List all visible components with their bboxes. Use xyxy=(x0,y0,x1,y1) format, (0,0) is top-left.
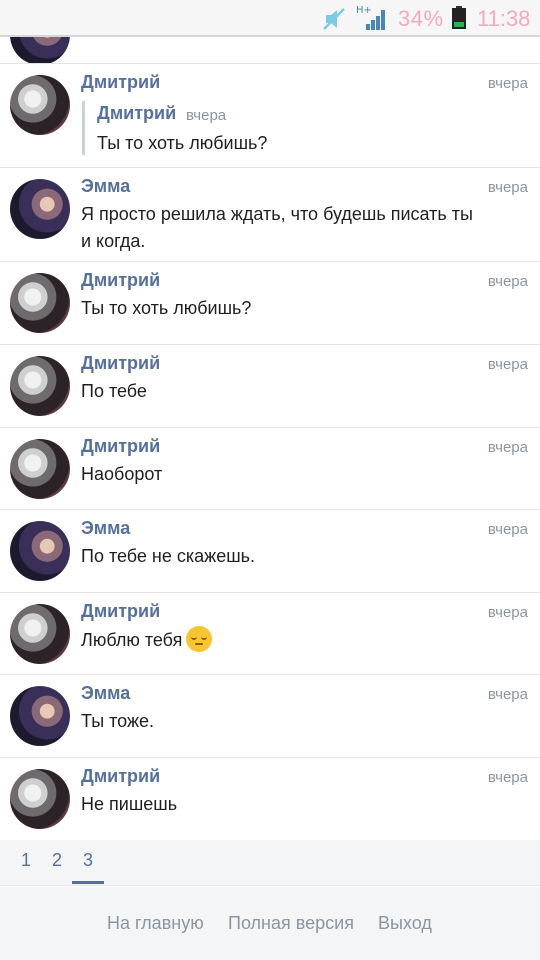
author-name[interactable]: Эмма xyxy=(81,518,130,539)
message-item: Дмитрий вчера Наоборот xyxy=(0,428,540,510)
avatar[interactable] xyxy=(10,604,70,664)
pagination: 1 2 3 xyxy=(0,840,540,886)
message-text: Люблю тебя xyxy=(81,630,183,650)
message-time: вчера xyxy=(487,356,528,373)
quote-text: Ты то хоть любишь? xyxy=(97,133,268,153)
message-partial xyxy=(0,37,540,64)
message-time: вчера xyxy=(487,686,528,703)
message-time: вчера xyxy=(487,769,528,786)
avatar[interactable] xyxy=(10,273,70,333)
message-text: Ты то хоть любишь? xyxy=(81,298,252,318)
avatar[interactable] xyxy=(10,75,70,135)
author-name[interactable]: Дмитрий xyxy=(81,353,160,374)
message-item: Дмитрий вчера Не пишешь xyxy=(0,758,540,840)
mute-icon xyxy=(323,8,345,30)
message-item: Эмма вчера По тебе не скажешь. xyxy=(0,510,540,593)
message-text: Не пишешь xyxy=(81,794,178,814)
quote-time: вчера xyxy=(186,107,227,124)
author-name[interactable]: Дмитрий xyxy=(81,436,160,457)
message-text: Я просто решила ждать, что будешь писать… xyxy=(81,204,473,251)
message-item: Дмитрий вчера По тебе xyxy=(0,345,540,428)
author-name[interactable]: Дмитрий xyxy=(81,601,160,622)
avatar[interactable] xyxy=(10,769,70,829)
avatar[interactable] xyxy=(10,356,70,416)
avatar[interactable] xyxy=(10,179,70,239)
message-text-row: Люблю тебя xyxy=(81,626,481,654)
message-time: вчера xyxy=(487,439,528,456)
full-version-link[interactable]: Полная версия xyxy=(228,913,354,934)
avatar[interactable] xyxy=(10,37,70,63)
message-text: По тебе xyxy=(81,381,147,401)
page-link-2[interactable]: 2 xyxy=(41,850,73,871)
logout-link[interactable]: Выход xyxy=(378,913,432,934)
message-text: Наоборот xyxy=(81,464,163,484)
message-feed: Дмитрий вчера Дмитрий вчера Ты то хоть л… xyxy=(0,37,540,840)
message-item: Дмитрий вчера Люблю тебя xyxy=(0,593,540,675)
avatar[interactable] xyxy=(10,521,70,581)
quoted-message: Дмитрий вчера Ты то хоть любишь? xyxy=(82,101,382,155)
message-time: вчера xyxy=(487,75,528,92)
avatar[interactable] xyxy=(10,439,70,499)
author-name[interactable]: Дмитрий xyxy=(81,766,160,787)
message-time: вчера xyxy=(487,179,528,196)
message-time: вчера xyxy=(487,604,528,621)
author-name[interactable]: Дмитрий xyxy=(81,270,160,291)
clock: 11:38 xyxy=(477,6,531,31)
author-name[interactable]: Дмитрий xyxy=(81,72,160,93)
message-item: Эмма вчера Я просто решила ждать, что бу… xyxy=(0,168,540,262)
author-name[interactable]: Эмма xyxy=(81,683,130,704)
message-item: Дмитрий вчера Дмитрий вчера Ты то хоть л… xyxy=(0,64,540,168)
message-time: вчера xyxy=(487,273,528,290)
message-time: вчера xyxy=(487,521,528,538)
home-link[interactable]: На главную xyxy=(107,913,204,934)
message-text: Ты тоже. xyxy=(81,711,155,731)
network-type: H+ xyxy=(356,5,372,16)
status-bar: H+ 34% 11:38 xyxy=(0,0,540,37)
battery-icon xyxy=(452,6,466,29)
signal-icon: H+ xyxy=(356,5,385,30)
battery-percent: 34% xyxy=(398,6,444,31)
author-name[interactable]: Эмма xyxy=(81,176,130,197)
page-link-3-current[interactable]: 3 xyxy=(72,850,104,884)
message-item: Эмма вчера Ты тоже. xyxy=(0,675,540,758)
page-link-1[interactable]: 1 xyxy=(10,850,42,871)
footer-nav: На главную Полная версия Выход xyxy=(0,887,540,960)
message-item: Дмитрий вчера Ты то хоть любишь? xyxy=(0,262,540,345)
message-text: По тебе не скажешь. xyxy=(81,546,256,566)
pensive-face-icon xyxy=(186,626,213,652)
quote-author-name[interactable]: Дмитрий xyxy=(97,103,176,124)
avatar[interactable] xyxy=(10,686,70,746)
